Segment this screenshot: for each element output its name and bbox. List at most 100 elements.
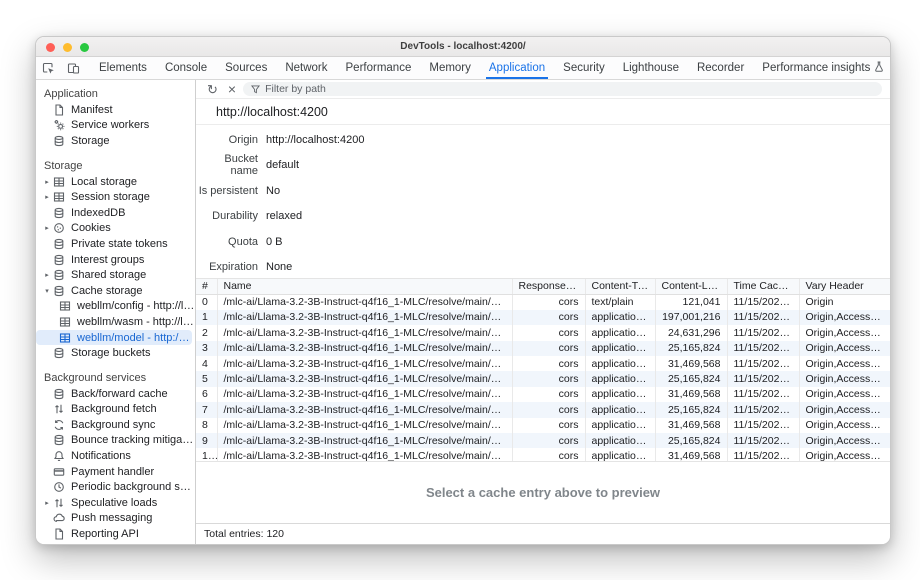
window-title: DevTools - localhost:4200/ (400, 41, 525, 52)
tab-label: Recorder (697, 62, 744, 74)
column-header-name[interactable]: Name (217, 279, 512, 294)
sidebar-section-background-services: Background servicesBack/forward cacheBac… (36, 370, 195, 542)
sidebar-item-payment-handler[interactable]: Payment handler (36, 464, 195, 480)
sidebar-item-back-forward-cache[interactable]: Back/forward cache (36, 386, 195, 402)
delete-selected-icon[interactable]: × (225, 83, 239, 96)
chevron-right-icon[interactable]: ▸ (42, 271, 52, 279)
cache-entry-row[interactable]: 2/mlc-ai/Llama-3.2-3B-Instruct-q4f16_1-M… (196, 325, 890, 340)
tab-application[interactable]: Application (480, 57, 554, 79)
filter-input[interactable]: Filter by path (243, 82, 882, 96)
sidebar-item-storage[interactable]: Storage (36, 133, 195, 149)
sidebar-item-session-storage[interactable]: ▸Session storage (36, 189, 195, 205)
sidebar-item-label: Background sync (71, 419, 155, 431)
cell-time-cached: 11/15/2024, 10… (727, 402, 799, 417)
inspect-element-icon[interactable] (36, 57, 61, 79)
file-icon (52, 528, 65, 541)
toggle-device-toolbar-icon[interactable] (61, 57, 86, 79)
sidebar-section-title: Storage (36, 158, 195, 174)
sidebar-item-speculative-loads[interactable]: ▸Speculative loads (36, 495, 195, 511)
cell-time-cached: 11/15/2024, 10… (727, 371, 799, 386)
cell--: 9 (196, 433, 217, 448)
tab-memory[interactable]: Memory (420, 57, 480, 79)
sidebar-item-storage-buckets[interactable]: Storage buckets (36, 345, 195, 361)
sidebar-item-background-sync[interactable]: Background sync (36, 417, 195, 433)
sidebar-item-periodic-background-sync[interactable]: Periodic background sync (36, 479, 195, 495)
zoom-window-button[interactable] (80, 43, 89, 52)
column-header-content-length[interactable]: Content-Length (655, 279, 727, 294)
cache-entry-row[interactable]: 4/mlc-ai/Llama-3.2-3B-Instruct-q4f16_1-M… (196, 356, 890, 371)
database-icon (52, 253, 65, 266)
sidebar-section-title: Application (36, 86, 195, 102)
cell-response-type: cors (512, 294, 585, 309)
chevron-right-icon[interactable]: ▸ (42, 193, 52, 201)
sidebar-item-webllm-wasm-http-loca[interactable]: webllm/wasm - http://loca… (36, 314, 195, 330)
tab-lighthouse[interactable]: Lighthouse (614, 57, 688, 79)
sidebar-item-background-fetch[interactable]: Background fetch (36, 402, 195, 418)
column-header-response-type[interactable]: Response-Type (512, 279, 585, 294)
column-header-vary-header[interactable]: Vary Header (799, 279, 890, 294)
grid-icon (58, 331, 71, 344)
close-window-button[interactable] (46, 43, 55, 52)
metadata-value: http://localhost:4200 (266, 134, 364, 146)
metadata-value: default (266, 159, 299, 171)
cell-name: /mlc-ai/Llama-3.2-3B-Instruct-q4f16_1-ML… (217, 418, 512, 433)
database-icon (52, 206, 65, 219)
sidebar-item-private-state-tokens[interactable]: Private state tokens (36, 236, 195, 252)
cache-entry-row[interactable]: 6/mlc-ai/Llama-3.2-3B-Instruct-q4f16_1-M… (196, 387, 890, 402)
sidebar-item-service-workers[interactable]: Service workers (36, 118, 195, 134)
cache-entry-row[interactable]: 10/mlc-ai/Llama-3.2-3B-Instruct-q4f16_1-… (196, 448, 890, 462)
tab-recorder[interactable]: Recorder (688, 57, 753, 79)
column-header--[interactable]: # (196, 279, 217, 294)
cache-entry-row[interactable]: 3/mlc-ai/Llama-3.2-3B-Instruct-q4f16_1-M… (196, 341, 890, 356)
tab-performance-insights[interactable]: Performance insights (753, 57, 891, 79)
tab-label: Application (489, 62, 545, 74)
sidebar-item-notifications[interactable]: Notifications (36, 448, 195, 464)
sidebar-item-indexeddb[interactable]: IndexedDB (36, 205, 195, 221)
sidebar-item-manifest[interactable]: Manifest (36, 102, 195, 118)
cache-storage-panel: ↻ × Filter by path http://localhost:4200… (196, 80, 890, 544)
tab-label: Memory (429, 62, 471, 74)
column-header-content-type[interactable]: Content-Type (585, 279, 655, 294)
sidebar-section-storage: Storage▸Local storage▸Session storageInd… (36, 158, 195, 361)
minimize-window-button[interactable] (63, 43, 72, 52)
refresh-icon[interactable]: ↻ (204, 83, 221, 96)
sidebar-item-reporting-api[interactable]: Reporting API (36, 526, 195, 542)
cache-entry-row[interactable]: 8/mlc-ai/Llama-3.2-3B-Instruct-q4f16_1-M… (196, 418, 890, 433)
chevron-right-icon[interactable]: ▸ (42, 178, 52, 186)
sidebar-item-push-messaging[interactable]: Push messaging (36, 511, 195, 527)
cache-entry-row[interactable]: 5/mlc-ai/Llama-3.2-3B-Instruct-q4f16_1-M… (196, 371, 890, 386)
chevron-right-icon[interactable]: ▸ (42, 224, 52, 232)
sidebar-item-shared-storage[interactable]: ▸Shared storage (36, 267, 195, 283)
tab-security[interactable]: Security (554, 57, 614, 79)
column-header-time-cached[interactable]: Time Cached (727, 279, 799, 294)
chevron-right-icon[interactable]: ▸ (42, 499, 52, 507)
sidebar-item-webllm-model-http-loc[interactable]: webllm/model - http://loc… (36, 330, 192, 346)
tab-network[interactable]: Network (276, 57, 336, 79)
cell-name: /mlc-ai/Llama-3.2-3B-Instruct-q4f16_1-ML… (217, 371, 512, 386)
tab-performance[interactable]: Performance (337, 57, 421, 79)
tab-label: Security (563, 62, 605, 74)
cache-entry-row[interactable]: 0/mlc-ai/Llama-3.2-3B-Instruct-q4f16_1-M… (196, 294, 890, 309)
chevron-down-icon[interactable]: ▾ (42, 287, 52, 295)
cache-entry-row[interactable]: 9/mlc-ai/Llama-3.2-3B-Instruct-q4f16_1-M… (196, 433, 890, 448)
cell--: 10 (196, 448, 217, 462)
cache-entry-row[interactable]: 1/mlc-ai/Llama-3.2-3B-Instruct-q4f16_1-M… (196, 310, 890, 325)
cell-vary-header: Origin,Access… (799, 325, 890, 340)
cache-entry-row[interactable]: 7/mlc-ai/Llama-3.2-3B-Instruct-q4f16_1-M… (196, 402, 890, 417)
sidebar-item-webllm-config-http-loc[interactable]: webllm/config - http://loc… (36, 299, 195, 315)
filter-placeholder: Filter by path (265, 83, 326, 95)
cell--: 8 (196, 418, 217, 433)
sidebar-item-interest-groups[interactable]: Interest groups (36, 252, 195, 268)
sidebar-item-cookies[interactable]: ▸Cookies (36, 221, 195, 237)
tab-sources[interactable]: Sources (216, 57, 276, 79)
tab-elements[interactable]: Elements (90, 57, 156, 79)
window-titlebar: DevTools - localhost:4200/ (36, 37, 890, 57)
tab-console[interactable]: Console (156, 57, 216, 79)
cell--: 4 (196, 356, 217, 371)
sidebar-item-local-storage[interactable]: ▸Local storage (36, 174, 195, 190)
sidebar-item-bounce-tracking-mitigations[interactable]: Bounce tracking mitigations (36, 433, 195, 449)
flask-icon (874, 61, 884, 75)
sidebar-item-cache-storage[interactable]: ▾Cache storage (36, 283, 195, 299)
cell-vary-header: Origin,Access… (799, 356, 890, 371)
sidebar-item-label: Notifications (71, 450, 131, 462)
